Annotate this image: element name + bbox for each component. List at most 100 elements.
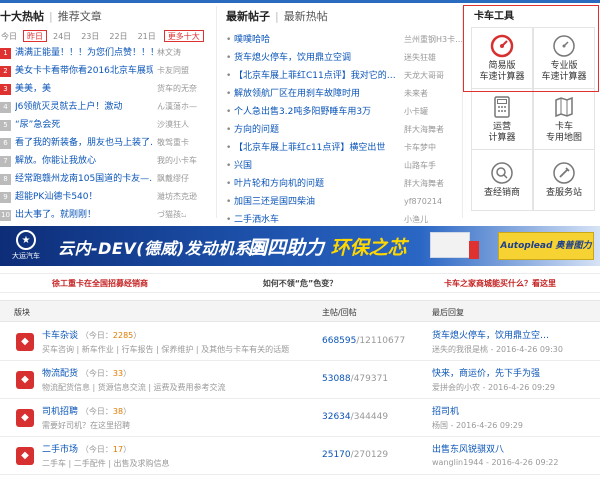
ad-link-xcmg[interactable]: 徐工重卡在全国招募经销商 [0, 274, 200, 292]
post-author[interactable]: 濰坊杰克逊 [157, 188, 209, 206]
post-title-link[interactable]: 加国三还是国四柴油 [234, 193, 398, 211]
rank-badge: 10 [0, 209, 11, 221]
post-title-link[interactable]: 看了我的新装备，朋友也马上装了… [15, 134, 153, 152]
latest-posts-header: 最新帖子 | 最新热帖 [226, 10, 328, 23]
post-title-link[interactable]: 满满正能量！！！为您们点赞！！！ [15, 44, 153, 62]
post-title-link[interactable]: 兴国 [234, 157, 398, 175]
last-reply-link[interactable]: 货车熄火停车，饮用鼎立空… [432, 328, 549, 341]
post-title-link[interactable]: 解放领航厂区在用刹车故障时用 [234, 85, 398, 103]
more-top-ten-link[interactable]: 更多十大 [163, 30, 204, 42]
post-author[interactable]: 兰州重钢H3卡… [404, 31, 462, 49]
forum-row: ◆ 卡车杂谈 （今日：2285） 买车咨询 | 新车作业 | 行车报告 | 保养维护… [0, 323, 600, 361]
forum-subtopics: 需要好司机？在这里招聘 [42, 421, 130, 430]
post-author[interactable]: 迷失狂雄 [404, 49, 462, 67]
col-block: 版块 [14, 308, 30, 317]
forum-name-link[interactable]: 二手市场 [42, 445, 78, 455]
ad-link-danger[interactable]: 如何不领“危”色变？ [200, 274, 400, 292]
list-item: • 解放领航厂区在用刹车故障时用 未来者 [226, 85, 462, 103]
bullet-icon: • [226, 143, 232, 153]
ad-link-mall[interactable]: 卡车之家商城能买什么？看这里 [400, 274, 600, 292]
bullet-icon: • [226, 53, 232, 63]
post-author[interactable]: 小卡罐 [404, 103, 462, 121]
post-title-link[interactable]: 货车熄火停车，饮用鼎立空调 [234, 49, 398, 67]
post-author[interactable]: づ猫孩ಒ [157, 206, 209, 224]
list-item: 6 看了我的新装备，朋友也马上装了… 敬驾重卡 [0, 134, 212, 152]
post-author[interactable]: 我的小卡车 [157, 152, 209, 170]
post-title-link[interactable]: 方向的问题 [234, 121, 398, 139]
post-author[interactable]: 敬驾重卡 [157, 134, 209, 152]
date-today[interactable]: 今日 [0, 30, 21, 42]
dayun-logo: ★ 大运汽车 [6, 230, 46, 262]
post-stats: 25170/270129 [322, 450, 388, 460]
tool-label: 卡车 [554, 121, 573, 132]
list-item: • 方向的问题 胖大海舞者 [226, 121, 462, 139]
post-title-link[interactable]: 【北京车展上菲红C11点评】我对它的… [234, 67, 398, 85]
list-item: • 兴国 山路车手 [226, 157, 462, 175]
rank-badge: 3 [0, 83, 11, 95]
post-title-link[interactable]: 解放。你能让我放心 [15, 152, 153, 170]
post-title-link[interactable]: 【北京车展上菲红c11点评】横空出世 [234, 139, 398, 157]
post-title-link[interactable]: “尿”急会死 [15, 116, 153, 134]
date-23[interactable]: 23日 [77, 30, 103, 42]
last-reply-link[interactable]: 出售东风锐骐双八 [432, 442, 504, 455]
post-author[interactable]: 货车的无奈 [157, 80, 209, 98]
post-title-link[interactable]: 叶片轮和方向机的问题 [234, 175, 398, 193]
tab-latest-hot[interactable]: 最新热帖 [284, 10, 328, 23]
rank-badge: 1 [0, 47, 11, 59]
list-item: 1 满满正能量！！！为您们点赞！！！ 林文涛 [0, 44, 212, 62]
tool-label: 计算器 [488, 132, 516, 143]
post-title-link[interactable]: J6领航灭灵就去上户！激动 [15, 98, 153, 116]
post-author[interactable]: 胖大海舞者 [404, 121, 462, 139]
post-author[interactable]: 卡车梦中 [404, 139, 462, 157]
post-title-link[interactable]: 美女卡卡看带你看2016北京车展现… [15, 62, 153, 80]
tab-recommended[interactable]: 推荐文章 [58, 10, 102, 23]
post-title-link[interactable]: 美美，美 [15, 80, 153, 98]
last-reply-meta: wanglin1944 - 2016-4-26 09:22 [432, 458, 559, 467]
star-icon: ★ [16, 230, 36, 250]
tool-3-button[interactable]: 运营 计算器 [471, 88, 533, 150]
date-21[interactable]: 21日 [134, 30, 160, 42]
tool-6-button[interactable]: 查服务站 [533, 149, 595, 211]
date-yesterday[interactable]: 昨日 [23, 30, 47, 42]
post-author[interactable]: 林文涛 [157, 44, 209, 62]
tab-latest-posts[interactable]: 最新帖子 [226, 10, 270, 23]
post-title-link[interactable]: 经常跑赣州龙南105国道的卡友—… [15, 170, 153, 188]
today-label: （今日： [80, 331, 113, 340]
tool-5-button[interactable]: 查经销商 [471, 149, 533, 211]
post-author[interactable]: 飘戴缪仔 [157, 170, 209, 188]
last-reply-link[interactable]: 快来，商运价，先下手为强 [432, 366, 540, 379]
transformer-logo-icon: ◆ [16, 447, 34, 465]
forum-name-link[interactable]: 物流配货 [42, 369, 78, 379]
last-reply-meta: 杨国 - 2016-4-26 09:29 [432, 421, 523, 430]
reply-count: 270129 [353, 450, 389, 460]
post-author[interactable]: 山路车手 [404, 157, 462, 175]
forum-name: 卡车杂谈 （今日：2285） [42, 328, 141, 341]
post-author[interactable]: yf870214 [404, 193, 462, 211]
last-reply-link[interactable]: 招司机 [432, 404, 459, 417]
transformer-logo-icon: ◆ [16, 333, 34, 351]
forum-name-link[interactable]: 卡车杂谈 [42, 331, 78, 341]
transformer-logo-icon: ◆ [16, 371, 34, 389]
post-title-link[interactable]: 超能PK汕德卡540！ [15, 188, 153, 206]
forum-name: 物流配货 （今日：33） [42, 366, 131, 379]
post-author[interactable]: 未来者 [404, 85, 462, 103]
post-author[interactable]: ん漢蕩ホ— [157, 98, 209, 116]
date-22[interactable]: 22日 [105, 30, 131, 42]
post-title-link[interactable]: 噗噗哈哈 [234, 31, 398, 49]
post-stats: 668595/12110677 [322, 336, 405, 346]
tool-4-button[interactable]: 卡车 专用地图 [533, 88, 595, 150]
post-author[interactable]: 卡友同盟 [157, 62, 209, 80]
post-author[interactable]: 沙漠狂人 [157, 116, 209, 134]
post-title-link[interactable]: 个人急出售3.2吨多阳野睡车用3万 [234, 103, 398, 121]
date-24[interactable]: 24日 [49, 30, 75, 42]
bullet-icon: • [226, 71, 232, 81]
forum-name-link[interactable]: 司机招聘 [42, 407, 78, 417]
list-item: 2 美女卡卡看带你看2016北京车展现… 卡友同盟 [0, 62, 212, 80]
post-author[interactable]: 天龙大哥哥 [404, 67, 462, 85]
post-title-link[interactable]: 出大事了。就刚刚！ [15, 206, 153, 224]
rank-badge: 8 [0, 173, 11, 185]
tab-hot-posts[interactable]: 十大热帖 [0, 10, 44, 23]
today-count: （今日：33） [81, 369, 131, 378]
post-author[interactable]: 胖大海舞者 [404, 175, 462, 193]
ad-banner[interactable]: ★ 大运汽车 云内-DEV(德威)发动机系列 国四助力 环保之芯 Autople… [0, 226, 600, 266]
